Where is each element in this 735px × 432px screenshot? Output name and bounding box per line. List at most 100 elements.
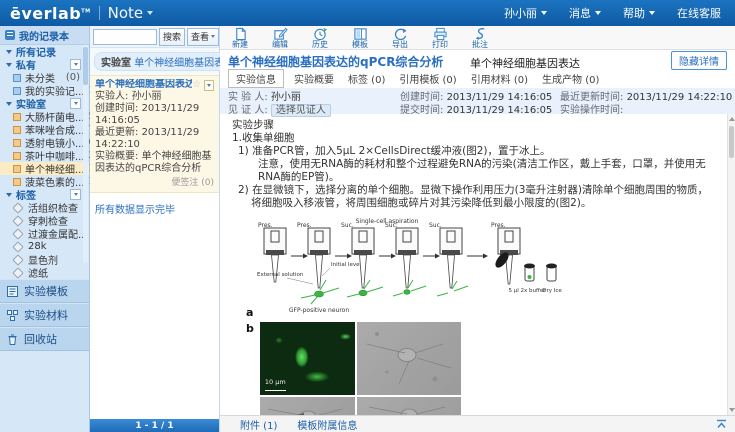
notebook-icon xyxy=(13,178,21,186)
notebook-icon xyxy=(13,113,21,121)
printer-icon xyxy=(433,27,448,41)
new-document-icon xyxy=(233,27,248,41)
content-scrollbar[interactable] xyxy=(727,114,735,415)
search-row: 搜索 查看 xyxy=(90,26,219,48)
pipette: Suc. xyxy=(341,222,383,297)
detail-header: 单个神经细胞基因表达的qPCR综合分析 单个神经细胞基因表达 隐藏详情 xyxy=(220,50,735,70)
caret-down-icon xyxy=(649,11,655,15)
caret-down-icon xyxy=(74,193,78,196)
export-icon xyxy=(393,27,408,41)
dic-micrograph-pipette xyxy=(260,397,355,415)
experiment-card[interactable]: 单个神经细胞基因表达... 实验人: 孙小丽 创建时间: 2013/11/29 … xyxy=(90,75,219,193)
experiment-title: 单个神经细胞基因表达的qPCR综合分析 xyxy=(228,53,443,70)
figure-2: a Single-cell aspiration Pres. Pres. xyxy=(246,216,715,415)
nav-experiment-templates[interactable]: 实验模板 xyxy=(0,279,89,303)
dic-micrograph-pipette xyxy=(357,397,461,415)
nav-experiment-materials[interactable]: 实验材料 xyxy=(0,303,89,327)
history-clock-icon xyxy=(313,27,328,41)
history-button[interactable]: 历史 xyxy=(300,27,340,49)
scroll-down-arrow[interactable] xyxy=(729,406,735,414)
sidebar-item-spinach-pigment[interactable]: 菠菜色素的... (1) xyxy=(0,175,89,188)
sidebar: 我的记录本 所有记录 私有 未分类 (0) 我的实验记... (1) 实验室 大… xyxy=(0,26,90,432)
experiment-list-panel: 搜索 查看 实验室 单个神经细胞基因表达 单个神经细胞基因表达... 实验人: … xyxy=(90,26,220,432)
search-button[interactable]: 搜索 xyxy=(159,28,185,46)
tab-experiment-info[interactable]: 实验信息 xyxy=(228,69,284,88)
annotate-icon xyxy=(473,27,488,41)
new-button[interactable]: 新建 xyxy=(220,27,260,49)
template-icon xyxy=(6,285,19,298)
dic-micrograph xyxy=(357,322,461,395)
sidebar-section-all-records[interactable]: 所有记录 xyxy=(0,45,89,58)
top-bar: ēverlabTM Note 孙小丽 消息 帮助 在线客服 xyxy=(0,0,735,26)
experiment-steps-content[interactable]: 实验步骤 1.收集单细胞 1) 准备PCR管，加入5μL 2×CellsDire… xyxy=(220,114,727,415)
app-logo: ēverlabTM xyxy=(10,4,91,23)
caret-down-icon xyxy=(541,11,547,15)
section-dropdown-button[interactable] xyxy=(70,59,81,70)
tag-icon xyxy=(12,202,23,213)
scale-bar: 10 μm xyxy=(265,376,286,391)
online-support-link[interactable]: 在线客服 xyxy=(677,5,721,21)
tag-icon xyxy=(12,215,23,226)
messages-menu[interactable]: 消息 xyxy=(569,5,601,21)
attachments-button[interactable]: 附件 (1) xyxy=(240,417,277,432)
caret-down-icon xyxy=(6,193,12,197)
card-owner: 孙小丽 xyxy=(132,91,162,102)
tab-referenced-templates[interactable]: 引用模板 (0) xyxy=(399,71,456,86)
notebook-icon xyxy=(13,165,21,173)
template-button[interactable]: 模板 xyxy=(340,27,380,49)
caret-down-icon xyxy=(6,102,12,106)
section-dropdown-button[interactable] xyxy=(70,189,81,200)
tag-icon xyxy=(12,267,23,278)
tab-tags[interactable]: 标签 (0) xyxy=(348,71,385,86)
caret-down-icon xyxy=(74,63,78,66)
svg-text:Initial level: Initial level xyxy=(331,262,362,268)
sidebar-tag-transition-metal[interactable]: 过渡金属配... xyxy=(0,227,89,240)
section-dropdown-button[interactable] xyxy=(70,98,81,109)
materials-icon xyxy=(6,309,19,322)
svg-text:GFP-positive neuron: GFP-positive neuron xyxy=(289,307,349,314)
star-icon[interactable] xyxy=(192,79,201,91)
scrollbar-thumb[interactable] xyxy=(729,126,734,158)
hide-details-button[interactable]: 隐藏详情 xyxy=(671,51,727,70)
dry-ice-tube xyxy=(546,264,557,282)
pagination-bar[interactable]: 1 - 1 / 1 xyxy=(90,419,219,432)
experiment-subtitle: 单个神经细胞基因表达 xyxy=(470,55,580,71)
step-note: 注意，使用无RNA酶的耗材和整个过程避免RNA的污染(清洁工作区，戴上手套，口罩… xyxy=(232,158,715,184)
print-button[interactable]: 打印 xyxy=(420,27,460,49)
sidebar-tag-filter-paper[interactable]: 滤纸 xyxy=(0,266,89,279)
notebook-icon xyxy=(13,126,21,134)
export-button[interactable]: 导出 xyxy=(380,27,420,49)
scroll-up-arrow[interactable] xyxy=(729,115,735,123)
toolbar: 新建 编辑 历史 模板 导出 打印 批注 xyxy=(220,26,735,50)
svg-text:5 μl 2x buffer: 5 μl 2x buffer xyxy=(508,288,546,294)
svg-text:Dry Ice: Dry Ice xyxy=(542,288,562,294)
card-note-count[interactable]: 便签注 (0) xyxy=(95,177,214,189)
template-icon xyxy=(353,27,368,41)
tab-referenced-materials[interactable]: 引用材料 (0) xyxy=(471,71,528,86)
card-title[interactable]: 单个神经细胞基因表达... xyxy=(95,79,192,91)
nav-recycle-bin[interactable]: 回收站 xyxy=(0,327,89,351)
buffer-tube xyxy=(524,264,535,282)
search-input[interactable] xyxy=(93,29,157,45)
edit-button[interactable]: 编辑 xyxy=(260,27,300,49)
template-info-button[interactable]: 模板附属信息 xyxy=(297,417,357,432)
step-item: 2) 在显微镜下，选择分离的单个细胞。显微下操作利用压力(3毫升注射器)清除单个… xyxy=(238,184,715,210)
view-dropdown-button[interactable]: 查看 xyxy=(187,28,219,46)
help-menu[interactable]: 帮助 xyxy=(623,5,655,21)
notebook-icon xyxy=(5,30,15,40)
figure-panel-b: b 10 μm xyxy=(246,322,715,415)
sidebar-scrollbar[interactable] xyxy=(83,45,88,263)
sidebar-title: 我的记录本 xyxy=(0,26,89,45)
notebook-icon xyxy=(13,139,21,147)
user-menu[interactable]: 孙小丽 xyxy=(504,5,547,21)
collapse-panel-icon[interactable] xyxy=(716,419,727,429)
annotate-button[interactable]: 批注 xyxy=(460,27,500,49)
scrollbar-thumb[interactable] xyxy=(83,47,88,85)
notebook-icon xyxy=(13,74,21,82)
tab-experiment-summary[interactable]: 实验概要 xyxy=(294,71,334,86)
card-dropdown-button[interactable] xyxy=(204,80,214,91)
tag-icon xyxy=(12,228,23,239)
caret-down-icon[interactable] xyxy=(147,11,153,15)
tab-generated-products[interactable]: 生成产物 (0) xyxy=(542,71,599,86)
end-of-list-message: 所有数据显示完毕 xyxy=(95,201,214,216)
